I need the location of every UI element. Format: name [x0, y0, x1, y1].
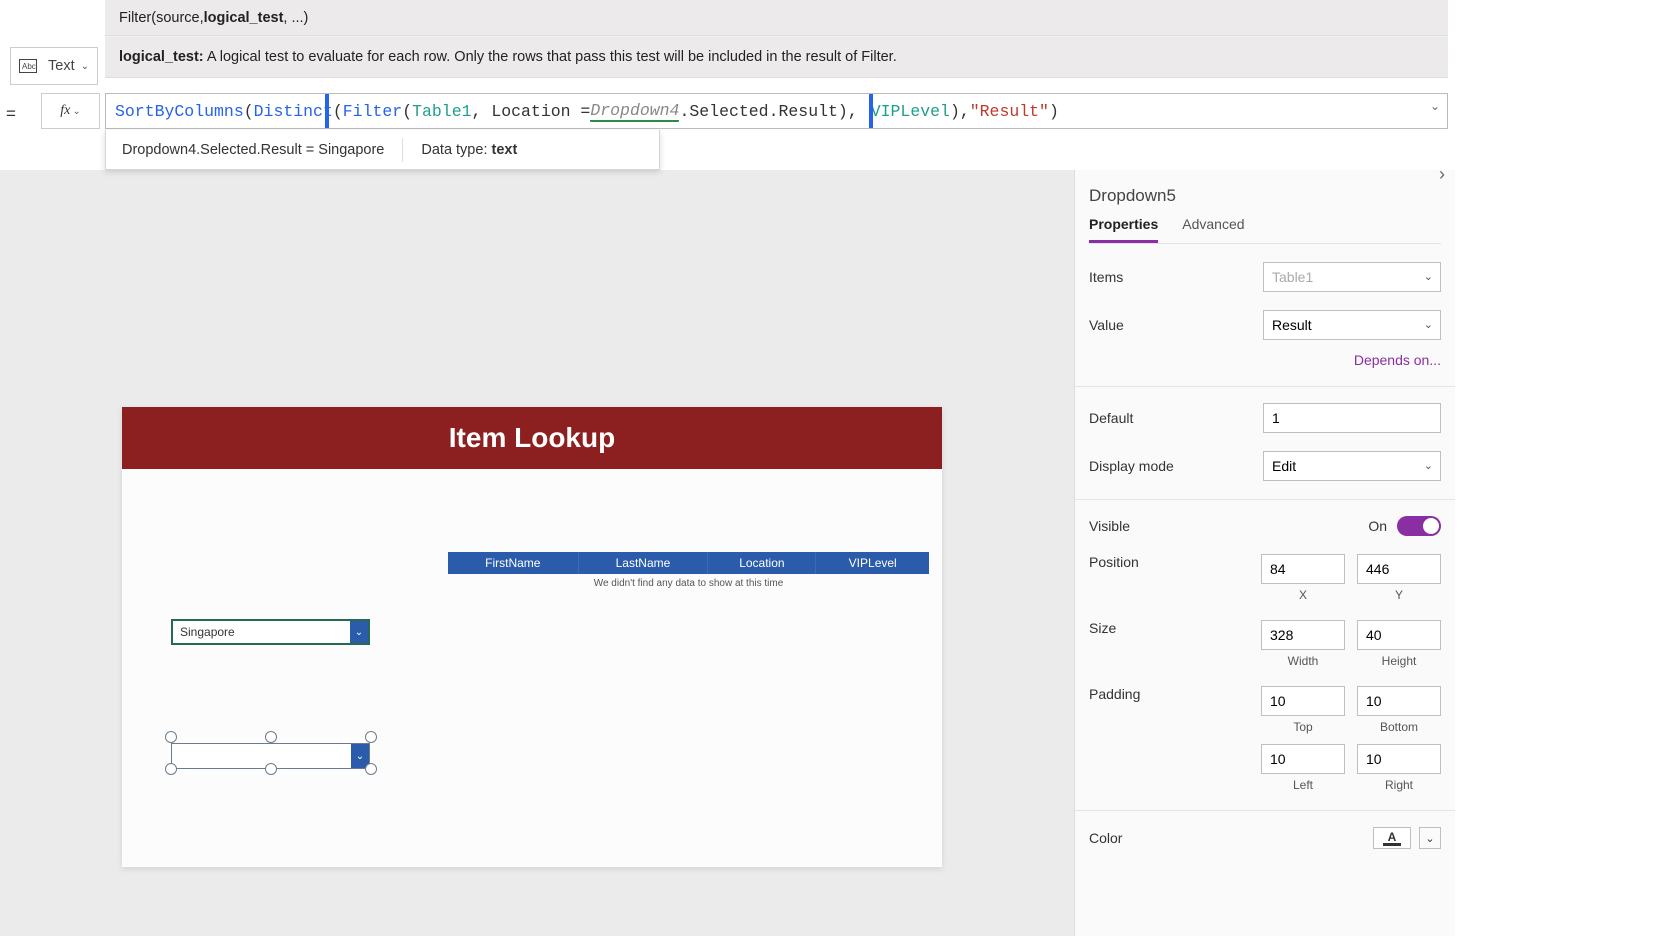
- label-default: Default: [1089, 410, 1133, 426]
- formula-bar[interactable]: SortByColumns(Distinct(Filter(Table1, Lo…: [105, 93, 1448, 129]
- label-color: Color: [1089, 830, 1122, 846]
- chevron-down-icon: ⌄: [81, 61, 89, 72]
- label-padding: Padding: [1089, 686, 1140, 702]
- label-display-mode: Display mode: [1089, 458, 1174, 474]
- col-location[interactable]: Location: [708, 552, 816, 574]
- size-height-input[interactable]: [1357, 620, 1441, 650]
- panel-expand-chevron[interactable]: ›: [1439, 164, 1445, 185]
- visible-state: On: [1368, 518, 1387, 534]
- intellisense-hint: logical_test: A logical test to evaluate…: [105, 36, 1448, 78]
- selection-handle[interactable]: [165, 731, 177, 743]
- label-visible: Visible: [1089, 518, 1130, 534]
- sig-fn: Filter: [119, 10, 151, 26]
- app-title: Item Lookup: [122, 407, 942, 469]
- right-gutter: [1455, 0, 1680, 936]
- selection-handle[interactable]: [365, 731, 377, 743]
- value-select[interactable]: [1263, 310, 1441, 340]
- properties-panel: Dropdown5 Properties Advanced Items ⌄ Va…: [1074, 170, 1455, 936]
- default-input[interactable]: [1263, 403, 1441, 433]
- app-screen: Item Lookup FirstName LastName Location …: [122, 407, 942, 867]
- tab-properties[interactable]: Properties: [1089, 216, 1158, 243]
- label-value: Value: [1089, 317, 1124, 333]
- padding-bottom-input[interactable]: [1357, 686, 1441, 716]
- col-firstname[interactable]: FirstName: [448, 552, 578, 574]
- divider: [1075, 386, 1455, 387]
- svg-text:Abc: Abc: [22, 62, 36, 71]
- col-lastname[interactable]: LastName: [578, 552, 708, 574]
- display-mode-select[interactable]: [1263, 451, 1441, 481]
- items-input[interactable]: [1263, 262, 1441, 292]
- label-position: Position: [1089, 554, 1139, 570]
- sig-active-arg: logical_test: [204, 10, 284, 26]
- chevron-down-icon: ⌄: [350, 621, 368, 643]
- app-body: FirstName LastName Location VIPLevel We …: [122, 469, 942, 867]
- label-items: Items: [1089, 269, 1123, 285]
- text-icon: Abc: [19, 59, 37, 73]
- selection-handle[interactable]: [265, 731, 277, 743]
- selection-handle[interactable]: [165, 763, 177, 775]
- padding-left-input[interactable]: [1261, 744, 1345, 774]
- size-width-input[interactable]: [1261, 620, 1345, 650]
- selection-handle[interactable]: [365, 763, 377, 775]
- property-selector[interactable]: Abc Text ⌄: [10, 47, 98, 85]
- divider: [402, 138, 403, 162]
- fx-button[interactable]: fx ⌄: [41, 93, 100, 129]
- padding-top-input[interactable]: [1261, 686, 1345, 716]
- depends-on-link[interactable]: Depends on...: [1089, 352, 1441, 368]
- table-empty-message: We didn't find any data to show at this …: [448, 574, 929, 593]
- equals-label: =: [6, 104, 16, 124]
- fx-icon: fx: [60, 103, 70, 119]
- data-table[interactable]: FirstName LastName Location VIPLevel We …: [448, 552, 929, 593]
- label-size: Size: [1089, 620, 1116, 636]
- chevron-down-icon: ⌄: [72, 106, 80, 117]
- selection-handle[interactable]: [265, 763, 277, 775]
- font-color-picker[interactable]: A: [1373, 827, 1411, 849]
- formula-expand-chevron[interactable]: ⌄: [1430, 99, 1440, 113]
- divider: [1075, 499, 1455, 500]
- eval-datatype: text: [492, 142, 518, 158]
- position-y-input[interactable]: [1357, 554, 1441, 584]
- visible-toggle[interactable]: [1397, 516, 1441, 536]
- color-more-button[interactable]: ⌄: [1419, 827, 1441, 849]
- dropdown-location[interactable]: Singapore ⌄: [171, 619, 370, 645]
- padding-right-input[interactable]: [1357, 744, 1441, 774]
- formula-result-bar: Dropdown4.Selected.Result = Singapore Da…: [105, 130, 660, 170]
- divider: [1075, 810, 1455, 811]
- eval-expression: Dropdown4.Selected.Result = Singapore: [122, 142, 384, 158]
- intellisense-signature: Filter(source, logical_test, ...): [105, 0, 1448, 36]
- col-viplevel[interactable]: VIPLevel: [816, 552, 929, 574]
- position-x-input[interactable]: [1261, 554, 1345, 584]
- prop-tabs: Properties Advanced: [1089, 216, 1441, 244]
- selected-control-name: Dropdown5: [1089, 186, 1441, 206]
- tab-advanced[interactable]: Advanced: [1182, 216, 1244, 243]
